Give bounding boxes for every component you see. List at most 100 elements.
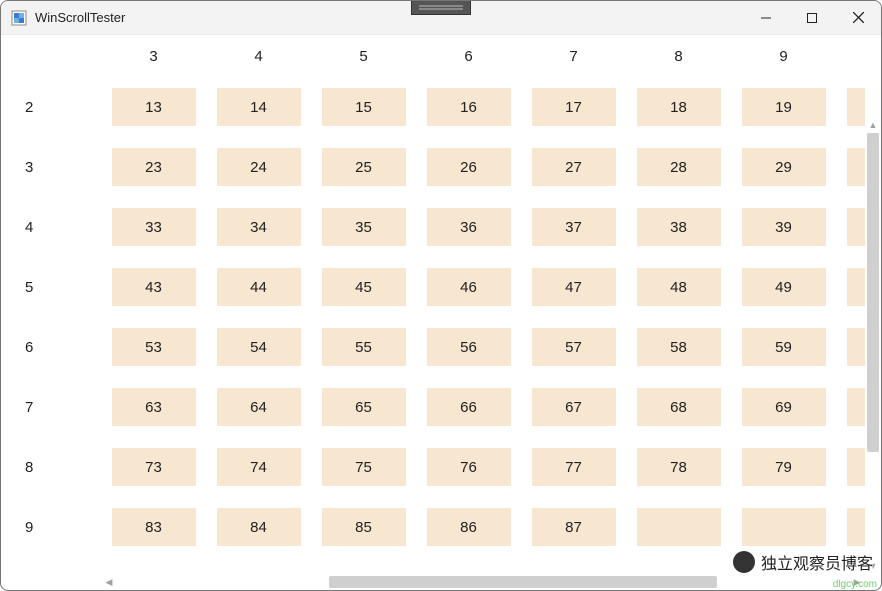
column-header: 5 xyxy=(311,35,416,77)
grid-cell[interactable]: 59 xyxy=(742,328,826,366)
grid-cell[interactable]: 44 xyxy=(217,268,301,306)
close-button[interactable] xyxy=(835,1,881,35)
grid-cell-wrap: 83 xyxy=(101,497,206,557)
grid-cell[interactable]: 19 xyxy=(742,88,826,126)
grid-cell[interactable]: 24 xyxy=(217,148,301,186)
grid-cell[interactable] xyxy=(847,148,866,186)
grid-cell-wrap: 63 xyxy=(101,377,206,437)
grid-cell[interactable] xyxy=(847,508,866,546)
grid-cell-wrap: 49 xyxy=(731,257,836,317)
grid-cell-wrap: 47 xyxy=(521,257,626,317)
grid-cell[interactable]: 29 xyxy=(742,148,826,186)
grid-cell[interactable]: 25 xyxy=(322,148,406,186)
grid-cell[interactable]: 14 xyxy=(217,88,301,126)
window-grip[interactable] xyxy=(411,1,471,15)
grid-cell[interactable] xyxy=(847,208,866,246)
grid-cell[interactable]: 17 xyxy=(532,88,616,126)
scroll-up-arrow-icon[interactable]: ▲ xyxy=(865,117,881,133)
scroll-down-arrow-icon[interactable]: ▼ xyxy=(865,558,881,574)
scroll-left-arrow-icon[interactable]: ◀ xyxy=(101,574,117,590)
grid-cell[interactable]: 34 xyxy=(217,208,301,246)
grid-cell[interactable]: 75 xyxy=(322,448,406,486)
grid-cell-wrap: 79 xyxy=(731,437,836,497)
grid-cell-wrap: 75 xyxy=(311,437,416,497)
grid-cell[interactable]: 26 xyxy=(427,148,511,186)
grid-cell[interactable]: 73 xyxy=(112,448,196,486)
grid-cell[interactable]: 86 xyxy=(427,508,511,546)
grid-cell[interactable]: 57 xyxy=(532,328,616,366)
scroll-right-arrow-icon[interactable]: ▶ xyxy=(849,574,865,590)
grid-cell[interactable]: 68 xyxy=(637,388,721,426)
grid-cell-wrap: 18 xyxy=(626,77,731,137)
grid-cell[interactable]: 36 xyxy=(427,208,511,246)
grid-cell[interactable]: 56 xyxy=(427,328,511,366)
grid-cell[interactable]: 74 xyxy=(217,448,301,486)
vertical-scroll-track[interactable] xyxy=(867,133,879,558)
grid-cell[interactable]: 78 xyxy=(637,448,721,486)
row-header: 3 xyxy=(1,137,101,197)
grid-cell[interactable]: 48 xyxy=(637,268,721,306)
grid-cell[interactable]: 85 xyxy=(322,508,406,546)
grid-cell[interactable]: 65 xyxy=(322,388,406,426)
grid-cell[interactable]: 28 xyxy=(637,148,721,186)
grid-cell[interactable] xyxy=(847,328,866,366)
minimize-button[interactable] xyxy=(743,1,789,35)
app-window: WinScrollTester 34567891 23456789 xyxy=(0,0,882,591)
grid-cell-wrap: 15 xyxy=(311,77,416,137)
grid-cell-wrap: 35 xyxy=(311,197,416,257)
grid-cell[interactable]: 66 xyxy=(427,388,511,426)
horizontal-scrollbar[interactable]: ◀ ▶ xyxy=(101,574,865,590)
grid-cell[interactable]: 83 xyxy=(112,508,196,546)
app-icon xyxy=(11,10,27,26)
grid-cell[interactable]: 23 xyxy=(112,148,196,186)
grid-cell[interactable] xyxy=(847,388,866,426)
grid-cell[interactable]: 13 xyxy=(112,88,196,126)
grid-cell[interactable]: 15 xyxy=(322,88,406,126)
grid-cell[interactable] xyxy=(847,88,866,126)
grid-cell[interactable]: 77 xyxy=(532,448,616,486)
grid-cell[interactable]: 47 xyxy=(532,268,616,306)
grid-cell[interactable] xyxy=(847,268,866,306)
grid-cell[interactable]: 37 xyxy=(532,208,616,246)
grid-cell[interactable] xyxy=(847,448,866,486)
grid-cell[interactable]: 27 xyxy=(532,148,616,186)
grid-cell[interactable]: 87 xyxy=(532,508,616,546)
row-header: 6 xyxy=(1,317,101,377)
grid-cell-wrap: 55 xyxy=(311,317,416,377)
grid-cell-wrap: 39 xyxy=(731,197,836,257)
grid-cell[interactable]: 35 xyxy=(322,208,406,246)
vertical-scroll-thumb[interactable] xyxy=(867,133,879,452)
grid-cell[interactable]: 58 xyxy=(637,328,721,366)
grid-cell-wrap: 59 xyxy=(731,317,836,377)
grid-cell[interactable]: 67 xyxy=(532,388,616,426)
grid-cell[interactable]: 69 xyxy=(742,388,826,426)
grid-cell[interactable]: 53 xyxy=(112,328,196,366)
grid-cell[interactable]: 18 xyxy=(637,88,721,126)
vertical-scrollbar[interactable]: ▲ ▼ xyxy=(865,117,881,574)
grid-cell-wrap: 68 xyxy=(626,377,731,437)
grid-cell[interactable]: 79 xyxy=(742,448,826,486)
horizontal-scroll-track[interactable] xyxy=(117,576,849,588)
grid-cell[interactable]: 39 xyxy=(742,208,826,246)
grid-cell[interactable]: 45 xyxy=(322,268,406,306)
grid-cell[interactable]: 76 xyxy=(427,448,511,486)
grid-cell[interactable]: 55 xyxy=(322,328,406,366)
grid-cell[interactable]: 46 xyxy=(427,268,511,306)
grid-cell[interactable] xyxy=(637,508,721,546)
grid-cell[interactable]: 84 xyxy=(217,508,301,546)
grid-cell[interactable]: 63 xyxy=(112,388,196,426)
grid-cell[interactable]: 54 xyxy=(217,328,301,366)
maximize-button[interactable] xyxy=(789,1,835,35)
grid-cell-wrap xyxy=(836,437,865,497)
grid-cell[interactable]: 43 xyxy=(112,268,196,306)
grid-cell-wrap: 29 xyxy=(731,137,836,197)
grid-cell[interactable]: 49 xyxy=(742,268,826,306)
grid-viewport[interactable]: 13 14 15 16 17 18 19 23 24 25 26 27 28 29 33 34 35 36 37 38… xyxy=(101,77,865,574)
column-header: 9 xyxy=(731,35,836,77)
grid-cell[interactable]: 16 xyxy=(427,88,511,126)
grid-cell[interactable] xyxy=(742,508,826,546)
grid-cell[interactable]: 64 xyxy=(217,388,301,426)
grid-cell[interactable]: 33 xyxy=(112,208,196,246)
grid-cell[interactable]: 38 xyxy=(637,208,721,246)
horizontal-scroll-thumb[interactable] xyxy=(329,576,717,588)
